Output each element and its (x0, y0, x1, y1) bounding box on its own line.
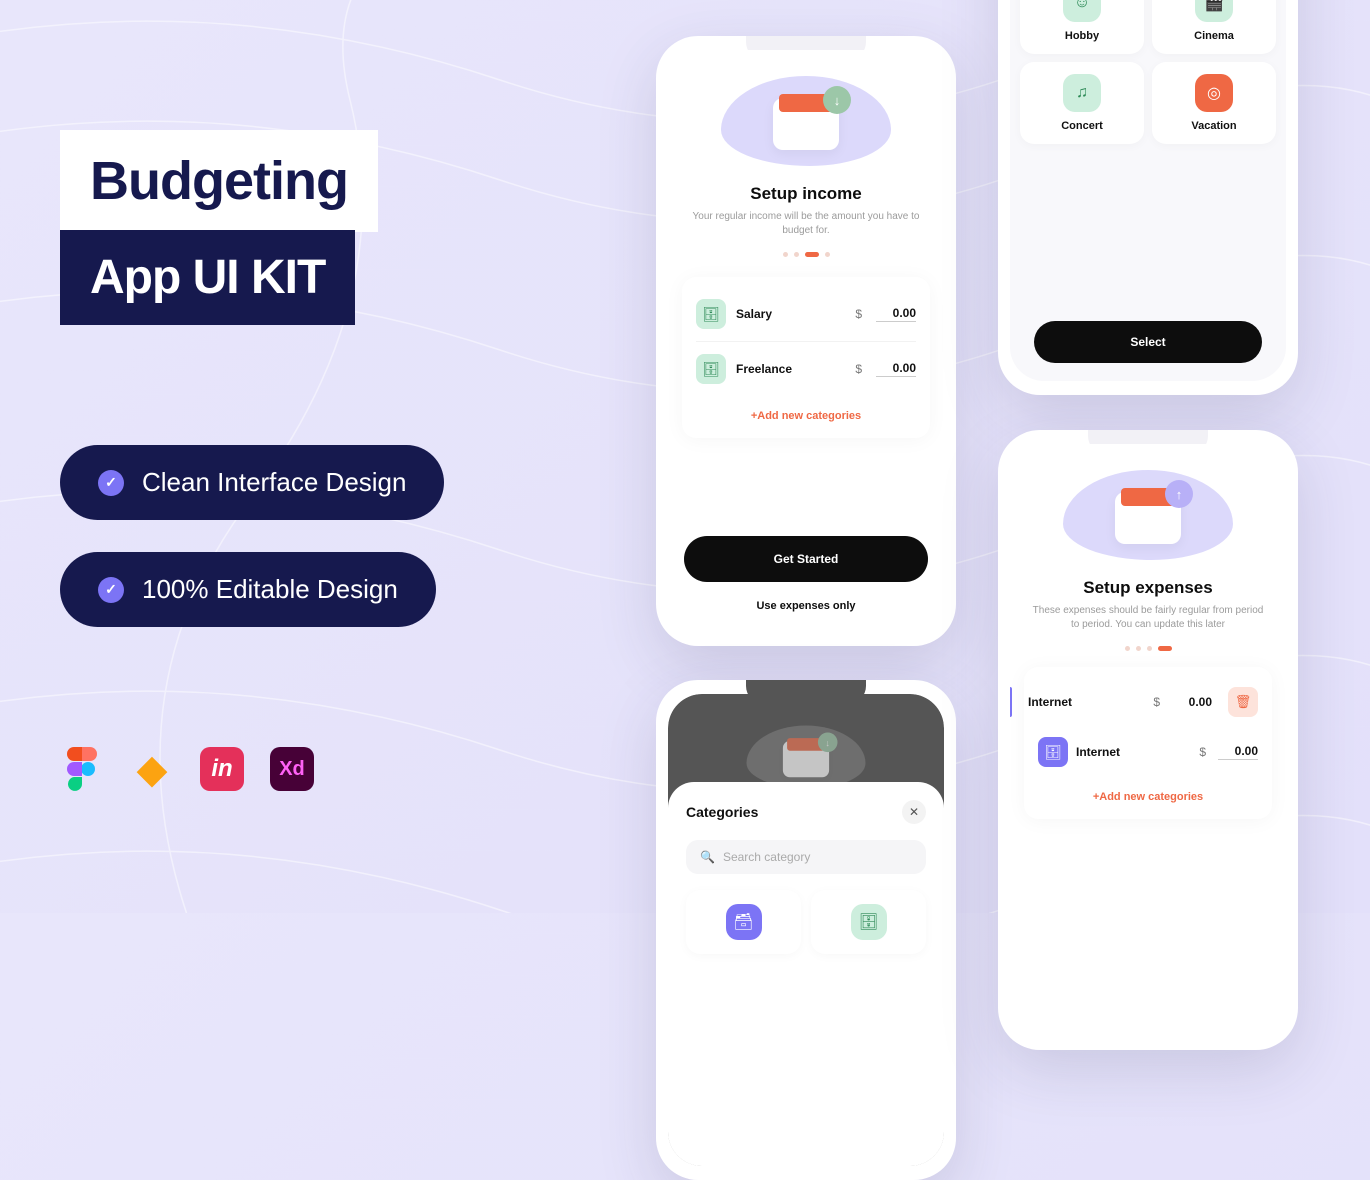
currency-symbol: $ (1153, 695, 1160, 709)
add-categories-link[interactable]: +Add new categories (696, 410, 916, 422)
income-row[interactable]: 🗄 Freelance $ 0.00 (696, 341, 916, 396)
income-illustration: ↓ (721, 76, 891, 166)
title-text-1: Budgeting (90, 151, 348, 211)
expense-amount-input[interactable]: 0.00 (1218, 744, 1258, 760)
briefcase-icon: 🗄 (696, 299, 726, 329)
phone-categories-sheet: ↓ Categories ✕ 🔍 Search category 🗃🗄 (656, 680, 956, 1180)
search-placeholder: Search category (723, 850, 810, 864)
categories-sheet: Categories ✕ 🔍 Search category 🗃🗄 (668, 782, 944, 1166)
income-amount-input[interactable]: 0.00 (876, 306, 916, 322)
check-icon: ✓ (98, 577, 124, 603)
category-label: Hobby (1065, 30, 1099, 42)
expense-amount-input[interactable]: 0.00 (1172, 695, 1212, 710)
feature-pill-1: ✓ Clean Interface Design (60, 445, 444, 520)
delete-icon[interactable]: 🗑 (1228, 687, 1258, 717)
bank-icon: 🗃 (726, 904, 762, 940)
phone-setup-income: ↓ Setup income Your regular income will … (656, 36, 956, 646)
category-item[interactable]: ◎ Vacation (1152, 62, 1276, 144)
xd-icon: Xd (270, 747, 314, 791)
category-label: Vacation (1191, 120, 1236, 132)
income-title: Setup income (668, 184, 944, 204)
briefcase-icon: 🗄 (1038, 737, 1068, 767)
expenses-title: Setup expenses (1010, 578, 1286, 598)
arrow-down-icon: ↓ (823, 86, 851, 114)
pager-dots (668, 252, 944, 257)
check-icon: ✓ (98, 470, 124, 496)
currency-symbol: $ (855, 307, 862, 321)
income-row-label: Freelance (736, 362, 845, 376)
category-item[interactable]: ♫ Concert (1020, 62, 1144, 144)
phone-categories-grid: 🗃Bank Cost👕Clothes⊞Healthcare◇Education☺… (998, 0, 1298, 395)
expenses-subtitle: These expenses should be fairly regular … (1032, 604, 1264, 632)
sketch-icon: ◆ (130, 747, 174, 791)
title-text-2: App UI KIT (90, 251, 325, 304)
expense-row-swiped[interactable]: Internet $ 0.00 🗑 (1010, 677, 1258, 727)
pager-dots (1010, 646, 1286, 651)
tool-icons-row: ◆ in Xd (60, 747, 580, 791)
hobby-icon: ☺ (1063, 0, 1101, 22)
category-item[interactable]: ☺ Hobby (1020, 0, 1144, 54)
arrow-up-icon: ↑ (1165, 480, 1193, 508)
use-expenses-only-link[interactable]: Use expenses only (668, 600, 944, 612)
close-icon[interactable]: ✕ (902, 800, 926, 824)
sheet-category-item[interactable]: 🗃 (686, 890, 801, 954)
category-label: Cinema (1194, 30, 1234, 42)
feature-pill-2: ✓ 100% Editable Design (60, 552, 436, 627)
expense-row-label: Internet (1076, 745, 1191, 759)
briefcase-icon: 🗄 (696, 354, 726, 384)
category-grid: 🗃Bank Cost👕Clothes⊞Healthcare◇Education☺… (1010, 0, 1286, 315)
title-line-1: Budgeting (60, 130, 378, 232)
sheet-title: Categories (686, 804, 758, 820)
income-amount-input[interactable]: 0.00 (876, 361, 916, 377)
currency-symbol: $ (1199, 745, 1206, 759)
category-item[interactable]: 🎬 Cinema (1152, 0, 1276, 54)
compass-icon: ◎ (1195, 74, 1233, 112)
title-line-2: App UI KIT (60, 230, 355, 325)
income-row-label: Salary (736, 307, 845, 321)
select-button[interactable]: Select (1034, 321, 1262, 363)
search-icon: 🔍 (700, 850, 715, 864)
feature-list: ✓ Clean Interface Design ✓ 100% Editable… (60, 445, 580, 627)
sheet-grid: 🗃🗄 (686, 890, 926, 954)
income-list: 🗄 Salary $ 0.00 🗄 Freelance $ 0.00 +Add … (682, 277, 930, 438)
expense-row[interactable]: 🗄 Internet $ 0.00 (1038, 727, 1258, 777)
add-categories-link[interactable]: +Add new categories (1038, 791, 1258, 803)
feature-label-1: Clean Interface Design (142, 467, 406, 498)
music-icon: ♫ (1063, 74, 1101, 112)
currency-symbol: $ (855, 362, 862, 376)
expense-list: Internet $ 0.00 🗑 🗄 Internet $ 0.00 +Add… (1024, 667, 1272, 819)
marketing-column: Budgeting App UI KIT ✓ Clean Interface D… (60, 130, 580, 791)
feature-label-2: 100% Editable Design (142, 574, 398, 605)
expense-row-label: Internet (1028, 695, 1145, 709)
search-input[interactable]: 🔍 Search category (686, 840, 926, 874)
sheet-category-item[interactable]: 🗄 (811, 890, 926, 954)
income-subtitle: Your regular income will be the amount y… (690, 210, 922, 238)
expenses-illustration: ↑ (1063, 470, 1233, 560)
get-started-button[interactable]: Get Started (684, 536, 928, 582)
invision-icon: in (200, 747, 244, 791)
phone-setup-expenses: ↑ Setup expenses These expenses should b… (998, 430, 1298, 1050)
film-icon: 🎬 (1195, 0, 1233, 22)
income-row[interactable]: 🗄 Salary $ 0.00 (696, 287, 916, 341)
category-label: Concert (1061, 120, 1103, 132)
briefcase-icon: 🗄 (851, 904, 887, 940)
figma-icon (60, 747, 104, 791)
